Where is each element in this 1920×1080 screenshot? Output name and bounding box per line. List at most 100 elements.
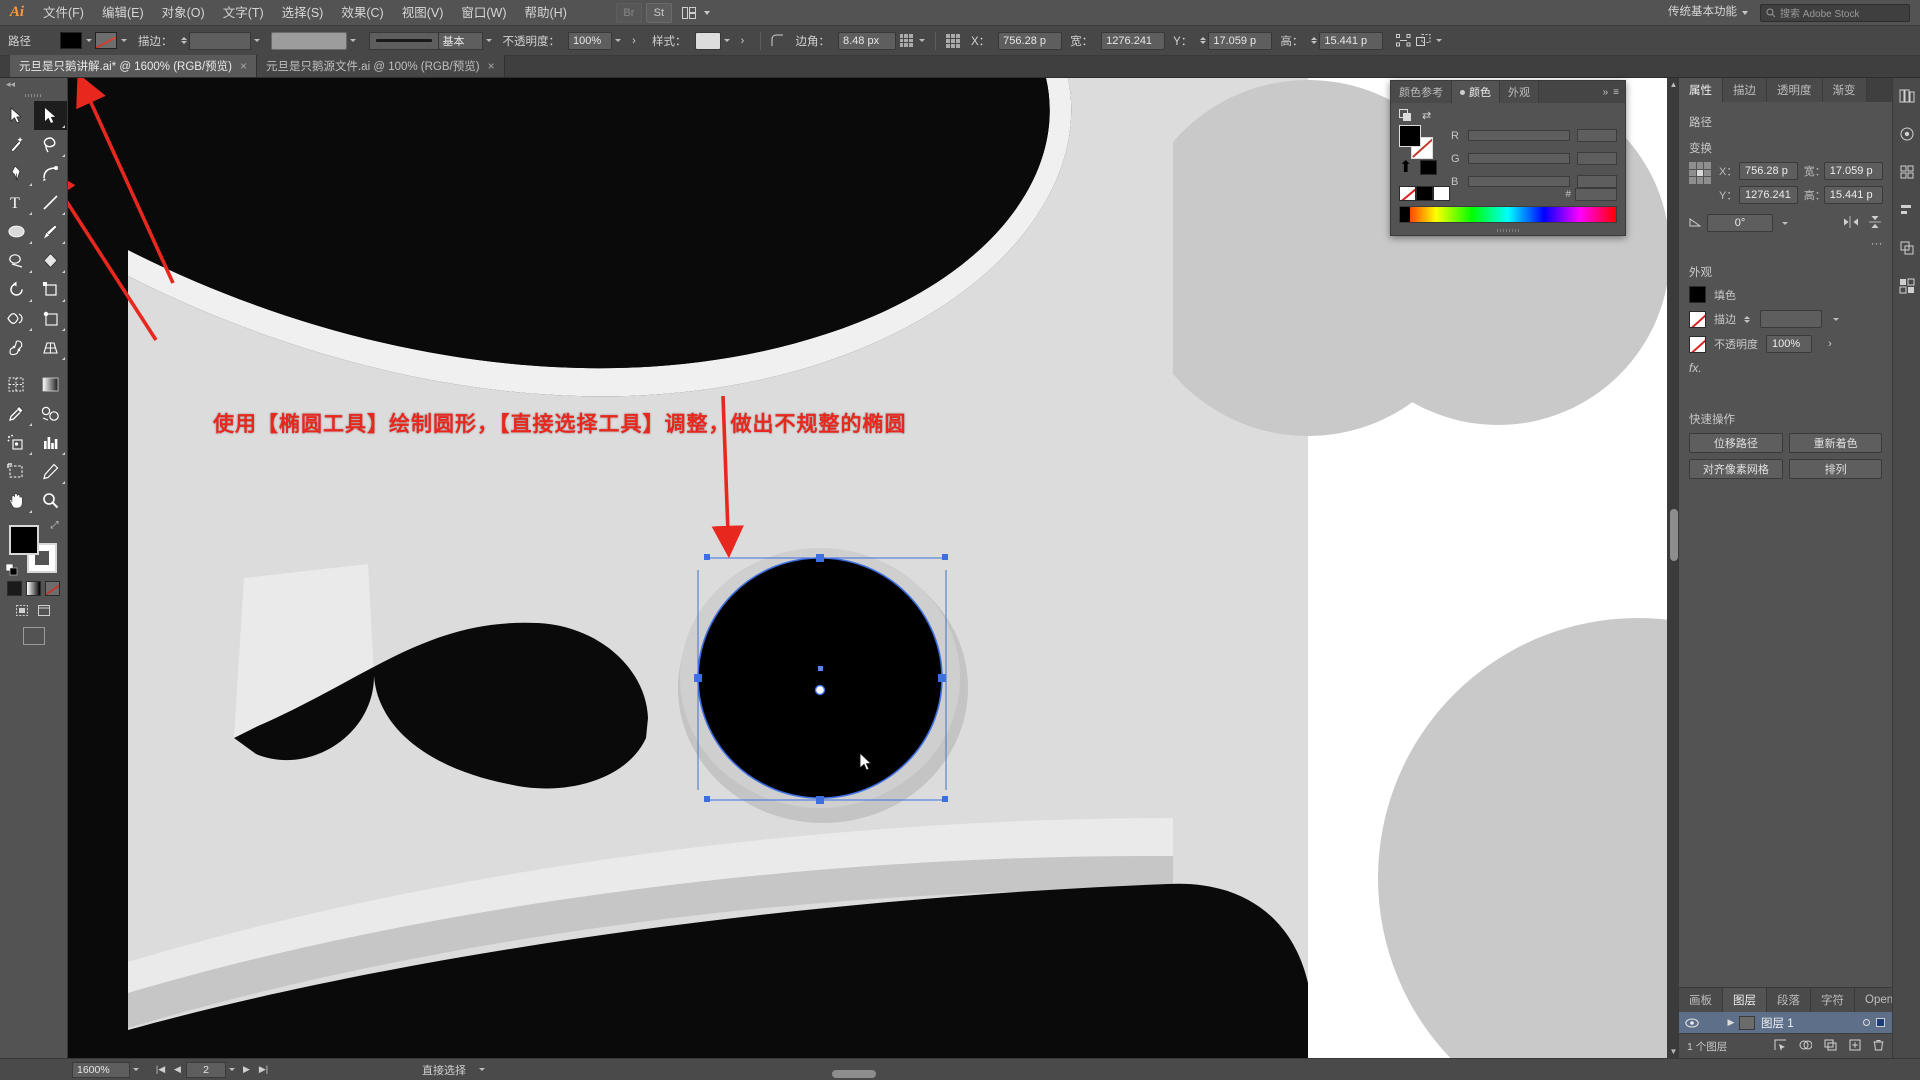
panel-overflow-icon[interactable]: » [1603,87,1609,98]
channel-g-track[interactable] [1468,153,1570,164]
drawing-mode-normal-icon[interactable] [15,603,31,618]
mesh-tool[interactable] [0,370,34,399]
transform-chevron-icon[interactable] [1433,32,1445,49]
appearance-stroke-swatch[interactable] [1689,310,1706,328]
swatch-white[interactable] [1433,186,1450,201]
workspace-selector[interactable]: 传统基本功能 [1662,3,1754,22]
appearance-stroke-chevron-icon[interactable] [1830,311,1842,328]
rotate-angle-input[interactable]: 0° [1707,214,1773,232]
artboard-tool[interactable] [0,457,34,486]
line-segment-tool[interactable] [34,188,68,217]
ellipse-tool[interactable] [0,217,34,246]
color-spectrum-bar[interactable] [1399,206,1617,223]
transform-height-input[interactable]: 15.441 p [1823,186,1883,204]
channel-r-track[interactable] [1468,130,1570,141]
direct-selection-tool[interactable] [33,101,67,130]
flip-vertical-icon[interactable] [1868,215,1882,231]
appearance-opacity-row[interactable]: 不透明度 100% › [1689,335,1882,353]
arrange-button[interactable]: 排列 [1788,459,1883,479]
stroke-profile-preview[interactable] [368,31,439,50]
appearance-stroke-stepper[interactable] [1744,315,1750,323]
paintbrush-tool[interactable] [34,217,68,246]
x-input[interactable]: 756.28 p [998,31,1063,50]
menu-view[interactable]: 视图(V) [393,0,453,26]
layer-selection-indicator[interactable] [1876,1018,1886,1027]
gradient-tool[interactable] [34,370,68,399]
color-mode-none[interactable] [45,581,60,596]
appearance-opacity-options-icon[interactable]: › [1820,335,1840,353]
menu-help[interactable]: 帮助(H) [516,0,576,26]
perspective-grid-tool[interactable] [34,333,68,362]
transform-width-input[interactable]: 17.059 p [1823,162,1883,180]
change-screen-mode-button[interactable] [22,627,45,645]
swap-fill-stroke-icon[interactable]: ⤢ [51,520,59,531]
delete-layer-icon[interactable] [1873,1039,1884,1054]
transform-more-options[interactable]: ··· [1689,236,1882,250]
tab-layers[interactable]: 图层 [1723,988,1767,1012]
menu-object[interactable]: 对象(O) [153,0,214,26]
appearance-fill-row[interactable]: 填色 [1689,286,1882,303]
layer-name[interactable]: 图层 1 [1761,1015,1863,1031]
new-layer-icon[interactable] [1849,1039,1861,1054]
align-to-pixel-grid-button[interactable]: 对齐像素网格 [1689,459,1783,479]
appearance-stroke-weight-input[interactable] [1760,310,1822,328]
color-panel-swap-icon[interactable]: ⇄ [1422,109,1431,125]
stroke-weight-chevron-icon[interactable] [251,32,263,49]
libraries-icon[interactable] [1895,84,1919,108]
style-chevron-icon[interactable] [721,32,733,49]
angle-chevron-icon[interactable] [1779,215,1791,232]
layer-target-icon[interactable] [1863,1019,1871,1026]
corner-chevron-icon[interactable] [916,32,928,49]
menu-select[interactable]: 选择(S) [273,0,333,26]
transform-x-input[interactable]: 756.28 p [1739,162,1798,180]
chevron-right-icon[interactable]: ▶ [1723,1017,1739,1028]
color-panel-fill-swatch[interactable] [1399,125,1421,147]
menu-edit[interactable]: 编辑(E) [93,0,153,26]
bridge-icon[interactable]: Br [615,2,642,23]
slider-g[interactable]: G [1451,152,1617,165]
rotate-tool[interactable] [0,275,34,304]
pathfinder-icon[interactable] [1895,236,1919,260]
symbols-icon[interactable] [1895,160,1919,184]
hand-tool[interactable] [0,486,34,515]
variable-width-chevron-icon[interactable] [347,32,359,49]
panel-menu-icon[interactable]: ≡ [1613,87,1619,98]
stroke-profile-name[interactable]: 基本 [438,31,483,50]
zoom-tool[interactable] [34,486,68,515]
recolor-button[interactable]: 重新着色 [1788,433,1883,453]
swatches-icon[interactable] [1895,274,1919,298]
swatch-none[interactable] [1399,186,1416,201]
transform-y-input[interactable]: 1276.241 [1739,186,1798,204]
toolbar-collapse-handle[interactable]: ◂◂ [0,78,67,90]
horizontal-scroll-thumb[interactable] [832,1070,877,1078]
scale-tool[interactable] [34,275,68,304]
menu-file[interactable]: 文件(F) [34,0,93,26]
tab-stroke[interactable]: 描边 [1723,78,1767,102]
default-fill-stroke-icon[interactable] [5,563,18,576]
width-tool[interactable] [0,304,34,333]
arrange-documents-icon[interactable] [676,3,702,23]
layer-visibility-icon[interactable] [1679,1018,1705,1028]
tab-paragraph[interactable]: 段落 [1767,988,1811,1012]
channel-r-value[interactable] [1577,129,1617,142]
appearance-opacity-input[interactable]: 100% [1766,335,1812,353]
document-tab-2[interactable]: 元旦是只鹅源文件.ai @ 100% (RGB/预览) × [256,55,505,77]
stroke-weight-input[interactable] [188,31,251,50]
stroke-variable-width-input[interactable] [270,31,347,50]
tab-character[interactable]: 字符 [1811,988,1855,1012]
reference-point-icon[interactable] [943,32,963,50]
color-panel-fill-stroke[interactable] [1399,125,1433,159]
opacity-chevron-icon[interactable] [612,32,624,49]
locate-object-icon[interactable] [1774,1039,1787,1054]
type-tool[interactable]: T [0,188,34,217]
stroke-profile-chevron-icon[interactable] [483,32,495,49]
width-input[interactable]: 1276.241 [1101,31,1166,50]
apply-to-stroke-icon[interactable]: ⬆ [1399,157,1412,177]
channel-b-value[interactable] [1577,175,1617,188]
create-sublayer-icon[interactable] [1824,1039,1837,1054]
toolbar-drag-handle[interactable] [0,90,67,101]
hex-field[interactable]: # [1565,188,1617,201]
close-icon[interactable]: × [240,60,247,72]
stroke-color-swatch[interactable] [95,32,117,49]
fill-chevron-icon[interactable] [83,32,95,49]
